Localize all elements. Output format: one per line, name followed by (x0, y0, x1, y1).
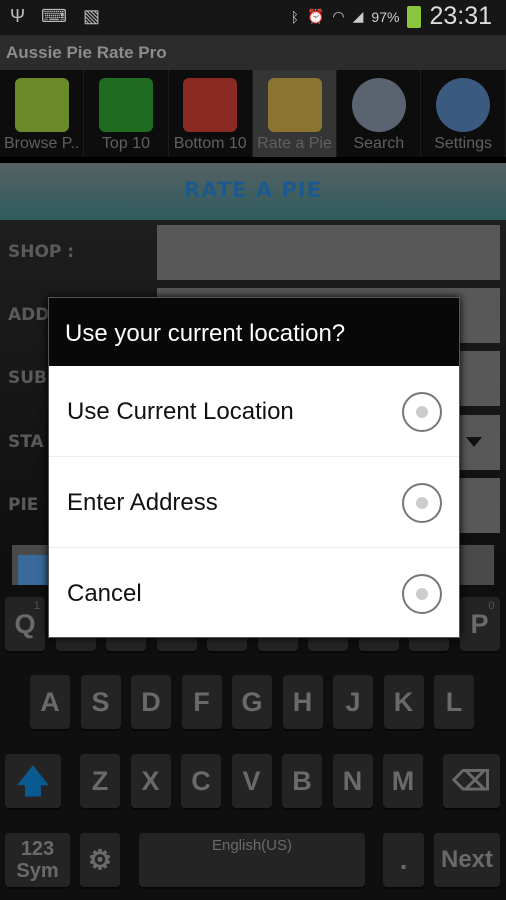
location-dialog: Use your current location? Use Current L… (48, 297, 460, 638)
key-d[interactable]: D (131, 675, 171, 729)
key-j[interactable]: J (333, 675, 373, 729)
key-g[interactable]: G (232, 675, 272, 729)
key-b[interactable]: B (282, 754, 322, 808)
magnifier-icon (351, 78, 406, 132)
state-label: STA (8, 432, 44, 452)
shop-row: SHOP : (0, 225, 506, 280)
stars-icon (267, 78, 322, 132)
key-k[interactable]: K (383, 675, 424, 729)
tab-rate-a-pie[interactable]: Rate a Pie (252, 70, 338, 157)
key-p[interactable]: P0 (459, 597, 500, 651)
suburb-label: SUB (8, 368, 48, 388)
tab-label: Search (353, 135, 405, 152)
thumbs-down-icon (183, 78, 238, 132)
sym-key[interactable]: 123 Sym (5, 833, 70, 887)
tab-settings[interactable]: Settings (421, 70, 506, 157)
tab-top-10[interactable]: Top 10 (84, 70, 169, 157)
backspace-icon: ⌫ (452, 766, 491, 796)
bluetooth-icon: ᛒ (290, 8, 299, 25)
tab-label: Rate a Pie (257, 135, 332, 152)
option-label: Cancel (67, 580, 142, 607)
chevron-down-icon (466, 437, 482, 447)
thumbs-up-icon (98, 78, 153, 132)
usb-icon: Ψ (10, 6, 26, 26)
radio-button[interactable] (402, 392, 442, 432)
radio-button[interactable] (402, 483, 442, 523)
app-title: Aussie Pie Rate Pro (0, 35, 506, 70)
tab-label: Settings (434, 135, 493, 152)
key-m[interactable]: M (383, 754, 423, 808)
key-q[interactable]: Q1 (5, 597, 45, 651)
option-cancel[interactable]: Cancel (49, 548, 459, 639)
shop-input[interactable] (157, 225, 500, 280)
image-icon: ▧ (83, 6, 101, 26)
page-title: RATE A PIE (0, 163, 506, 220)
clock: 23:31 (429, 2, 492, 30)
shop-label: SHOP : (8, 242, 75, 262)
gear-icon (436, 78, 491, 132)
tab-label: Bottom 10 (173, 135, 247, 152)
tab-bottom-10[interactable]: Bottom 10 (169, 70, 253, 157)
key-n[interactable]: N (332, 754, 373, 808)
radio-button[interactable] (402, 574, 442, 614)
key-s[interactable]: S (80, 675, 121, 729)
option-label: Enter Address (67, 489, 218, 516)
period-key[interactable]: . (383, 833, 424, 887)
key-a[interactable]: A (30, 675, 70, 729)
status-bar: Ψ ⌨ ▧ ᛒ ⏰ ◠ ◢ 97% 23:31 (0, 0, 506, 35)
tab-search[interactable]: Search (337, 70, 422, 157)
battery-percent: 97% (371, 8, 400, 25)
wifi-icon: ◠ (332, 8, 345, 24)
shift-key[interactable]: 🡅 (5, 754, 61, 808)
signal-icon: ◢ (352, 8, 364, 24)
keyboard-icon: ⌨ (41, 6, 68, 26)
tab-label: Browse P.. (4, 135, 80, 152)
address-label: ADD (8, 305, 50, 325)
alarm-icon: ⏰ (306, 8, 325, 24)
backspace-key[interactable]: ⌫ (443, 754, 500, 808)
key-f[interactable]: F (181, 675, 222, 729)
battery-charging-icon (407, 5, 422, 28)
dialog-title: Use your current location? (49, 298, 459, 366)
pie-label: PIE (8, 495, 39, 515)
tab-bar: Browse P.. Top 10 Bottom 10 Rate a Pie Searc… (0, 70, 506, 157)
key-v[interactable]: V (231, 754, 272, 808)
key-h[interactable]: H (282, 675, 323, 729)
shift-arrow-icon: 🡅 (16, 763, 50, 799)
space-key[interactable]: English(US) (139, 833, 365, 887)
key-z[interactable]: Z (80, 754, 120, 808)
key-c[interactable]: C (181, 754, 221, 808)
settings-key[interactable]: ⚙ (80, 833, 120, 887)
binoculars-icon (14, 78, 69, 132)
option-use-current-location[interactable]: Use Current Location (49, 366, 459, 457)
option-label: Use Current Location (67, 398, 294, 425)
option-enter-address[interactable]: Enter Address (49, 457, 459, 548)
key-l[interactable]: L (434, 675, 474, 729)
next-key[interactable]: Next (434, 833, 500, 887)
tab-label: Top 10 (101, 135, 150, 152)
gear-icon: ⚙ (87, 845, 113, 875)
tab-browse-p[interactable]: Browse P.. (0, 70, 85, 157)
key-x[interactable]: X (130, 754, 171, 808)
